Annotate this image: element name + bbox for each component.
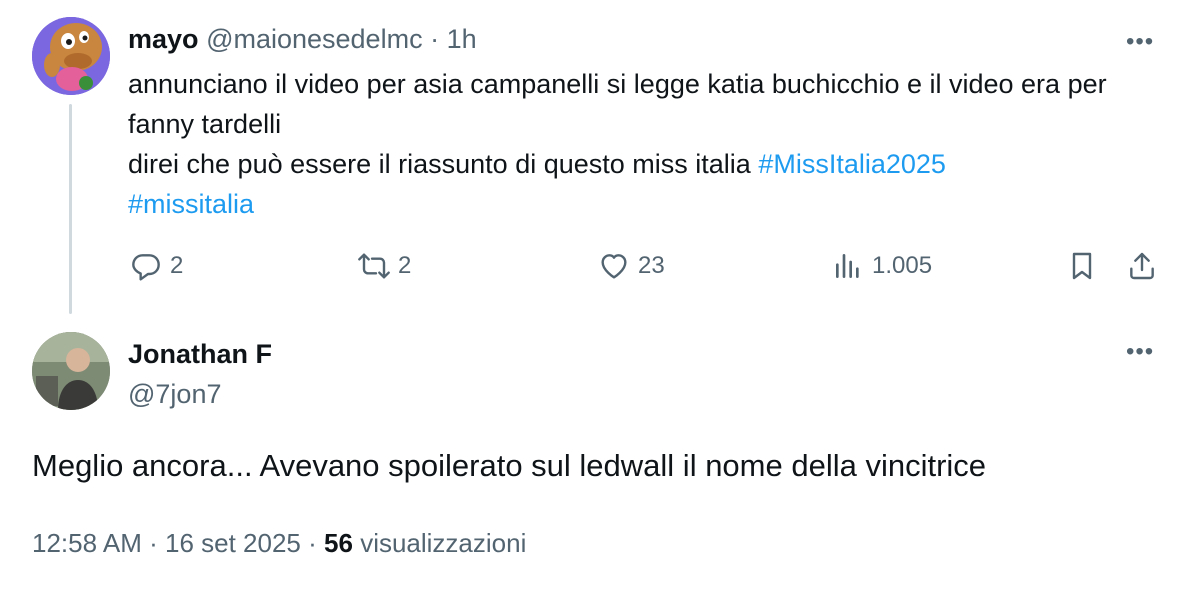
tweet-header: mayo @maionesedelmc · 1h (128, 22, 477, 56)
repost-button[interactable]: 2 (358, 248, 411, 284)
repost-count: 2 (398, 252, 412, 279)
display-name[interactable]: mayo (128, 24, 199, 54)
bookmark-button[interactable] (1066, 248, 1106, 284)
header-separator: · (430, 24, 440, 54)
bookmark-icon (1072, 252, 1092, 280)
profile-photo-icon (32, 332, 110, 410)
avatar[interactable] (32, 332, 110, 410)
views-count: 56 (324, 528, 353, 558)
hashtag-link[interactable]: #MissItalia2025 (758, 149, 946, 179)
tweet-text-line2: direi che può essere il riassunto di que… (128, 149, 759, 179)
repost-icon (358, 253, 390, 279)
thread-connector-line (69, 104, 72, 314)
hashtag-link[interactable]: #missitalia (128, 189, 254, 219)
handle[interactable]: @maionesedelmc (206, 24, 423, 54)
display-name[interactable]: Jonathan F (128, 337, 272, 371)
tweet-text-line1: annunciano il video per asia campanelli … (128, 69, 1107, 139)
tweet-text: annunciano il video per asia campanelli … (128, 64, 1158, 224)
handle[interactable]: @7jon7 (128, 377, 221, 411)
reply-count: 2 (170, 252, 184, 279)
more-horizontal-icon[interactable]: ••• (1126, 28, 1154, 56)
tweet-text: Meglio ancora... Avevano spoilerato sul … (32, 448, 987, 483)
share-button[interactable] (1126, 248, 1166, 284)
timestamp[interactable]: 1h (447, 24, 477, 54)
analytics-icon (836, 254, 859, 278)
reply-button[interactable]: 2 (130, 248, 183, 284)
like-count: 23 (638, 252, 665, 279)
meta-separator: · (149, 528, 158, 558)
views-count: 1.005 (872, 252, 933, 279)
tweet-meta: 12:58 AM · 16 set 2025 · 56 visualizzazi… (32, 526, 526, 560)
tweet-date[interactable]: 16 set 2025 (165, 528, 301, 558)
avatar[interactable] (32, 17, 110, 95)
more-horizontal-icon[interactable]: ••• (1126, 338, 1154, 366)
share-icon (1130, 252, 1154, 280)
cartoon-avatar-icon (32, 17, 110, 95)
reply-icon (132, 254, 160, 281)
like-button[interactable]: 23 (598, 248, 665, 284)
views-label: visualizzazioni (360, 528, 527, 558)
timestamp[interactable]: 12:58 AM (32, 528, 142, 558)
meta-separator: · (308, 528, 317, 558)
views-button[interactable]: 1.005 (832, 248, 932, 284)
heart-icon (601, 254, 627, 279)
